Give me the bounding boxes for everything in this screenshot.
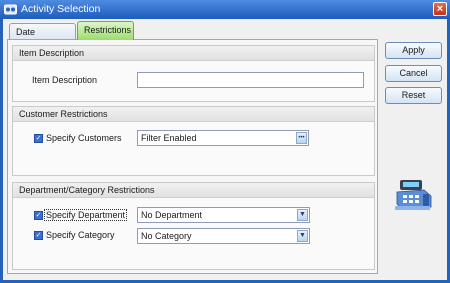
specify-department-checkbox[interactable]: ✓ [34, 211, 43, 220]
item-description-group: Item Description Item Description [12, 45, 375, 102]
category-select[interactable]: No Category ▼ [137, 228, 310, 244]
specify-category-label: Specify Category [46, 230, 115, 240]
chevron-down-icon[interactable]: ▼ [297, 209, 308, 221]
title-bar: Activity Selection × [0, 0, 450, 19]
customer-filter-field: Filter Enabled ••• [137, 130, 309, 146]
customer-filter-value: Filter Enabled [141, 133, 197, 143]
window-title: Activity Selection [21, 3, 101, 15]
department-select-value: No Department [141, 210, 203, 220]
cancel-button[interactable]: Cancel [385, 65, 442, 82]
browse-customers-button[interactable]: ••• [296, 132, 307, 144]
cash-register-icon [395, 180, 432, 210]
specify-customers-checkbox[interactable]: ✓ [34, 134, 43, 143]
item-description-group-title: Item Description [13, 46, 374, 61]
specify-customers-label: Specify Customers [46, 133, 122, 143]
apply-button[interactable]: Apply [385, 42, 442, 59]
item-description-input[interactable] [137, 72, 364, 88]
department-select[interactable]: No Department ▼ [137, 207, 310, 223]
dialog-body: Date Selection Restrictions Item Descrip… [3, 19, 447, 280]
specify-department-label: Specify Department [44, 209, 128, 221]
activity-selection-window: Activity Selection × Date Selection Rest… [0, 0, 450, 283]
restrictions-panel: Item Description Item Description Custom… [7, 39, 378, 274]
customer-restrictions-group: Customer Restrictions ✓ Specify Customer… [12, 106, 375, 176]
chevron-down-icon[interactable]: ▼ [297, 230, 308, 242]
category-select-value: No Category [141, 231, 192, 241]
tab-restrictions[interactable]: Restrictions [77, 21, 134, 40]
department-restrictions-group-title: Department/Category Restrictions [13, 183, 374, 198]
reset-button[interactable]: Reset [385, 87, 442, 104]
item-description-label: Item Description [32, 75, 98, 85]
specify-category-checkbox[interactable]: ✓ [34, 231, 43, 240]
tab-date-selection[interactable]: Date Selection [9, 23, 76, 53]
close-button[interactable]: × [433, 2, 447, 16]
customer-restrictions-group-title: Customer Restrictions [13, 107, 374, 122]
department-restrictions-group: Department/Category Restrictions ✓ Speci… [12, 182, 375, 270]
activity-icon [4, 4, 17, 15]
